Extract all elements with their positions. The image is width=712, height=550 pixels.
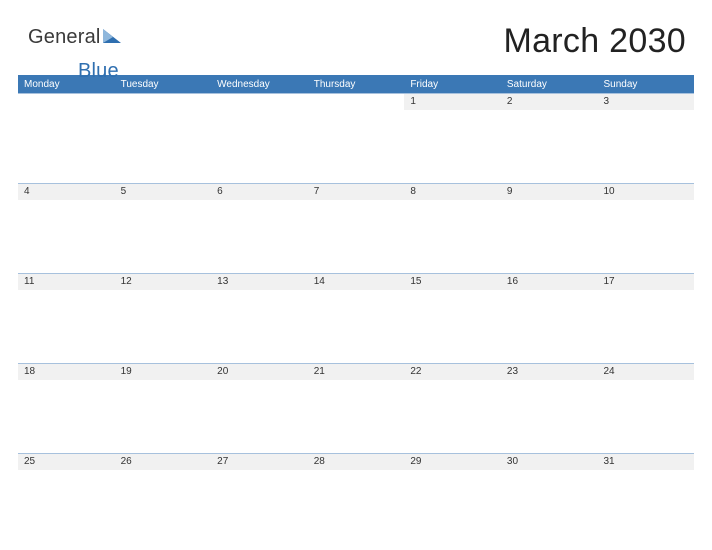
day-number: 21 — [308, 364, 405, 380]
day-number: 14 — [308, 274, 405, 290]
week-row: 25 26 27 28 29 30 31 — [18, 453, 694, 543]
day-cell: 5 — [115, 183, 212, 273]
day-number — [211, 94, 308, 110]
day-number: 6 — [211, 184, 308, 200]
day-cell: 1 — [404, 93, 501, 183]
day-number: 9 — [501, 184, 598, 200]
day-cell: 21 — [308, 363, 405, 453]
day-number: 18 — [18, 364, 115, 380]
day-cell: 7 — [308, 183, 405, 273]
dow-tuesday: Tuesday — [115, 79, 212, 90]
day-number: 22 — [404, 364, 501, 380]
day-number: 8 — [404, 184, 501, 200]
day-number — [308, 94, 405, 110]
day-number: 27 — [211, 454, 308, 470]
day-number: 3 — [597, 94, 694, 110]
day-cell: 18 — [18, 363, 115, 453]
day-cell: 12 — [115, 273, 212, 363]
day-number: 31 — [597, 454, 694, 470]
day-number: 4 — [18, 184, 115, 200]
day-cell: 2 — [501, 93, 598, 183]
day-number: 30 — [501, 454, 598, 470]
calendar-page: General Blue March 2030 Monday Tuesday W… — [0, 0, 712, 550]
day-cell: 6 — [211, 183, 308, 273]
day-of-week-header: Monday Tuesday Wednesday Thursday Friday… — [18, 75, 694, 93]
day-number: 2 — [501, 94, 598, 110]
calendar-grid: Monday Tuesday Wednesday Thursday Friday… — [18, 75, 694, 543]
day-number: 5 — [115, 184, 212, 200]
week-row: 18 19 20 21 22 23 24 — [18, 363, 694, 453]
day-cell — [308, 93, 405, 183]
day-number: 17 — [597, 274, 694, 290]
logo-text-row: General — [28, 26, 121, 52]
day-cell: 15 — [404, 273, 501, 363]
day-cell: 8 — [404, 183, 501, 273]
day-number: 10 — [597, 184, 694, 200]
page-title: March 2030 — [503, 22, 694, 61]
day-cell: 30 — [501, 453, 598, 543]
day-number: 29 — [404, 454, 501, 470]
day-cell: 28 — [308, 453, 405, 543]
day-number: 7 — [308, 184, 405, 200]
day-cell: 20 — [211, 363, 308, 453]
day-cell: 3 — [597, 93, 694, 183]
day-cell: 17 — [597, 273, 694, 363]
day-cell: 10 — [597, 183, 694, 273]
day-cell — [115, 93, 212, 183]
day-number — [18, 94, 115, 110]
dow-saturday: Saturday — [501, 79, 598, 90]
day-cell: 25 — [18, 453, 115, 543]
day-number: 1 — [404, 94, 501, 110]
day-cell: 27 — [211, 453, 308, 543]
day-cell: 14 — [308, 273, 405, 363]
day-cell: 16 — [501, 273, 598, 363]
day-cell: 9 — [501, 183, 598, 273]
day-cell: 31 — [597, 453, 694, 543]
brand-logo: General Blue — [18, 22, 121, 52]
brand-word-1: General — [28, 26, 101, 49]
day-cell: 13 — [211, 273, 308, 363]
day-cell: 26 — [115, 453, 212, 543]
day-cell: 22 — [404, 363, 501, 453]
day-number — [115, 94, 212, 110]
day-number: 13 — [211, 274, 308, 290]
dow-sunday: Sunday — [597, 79, 694, 90]
week-row: 1 2 3 — [18, 93, 694, 183]
brand-word-2: Blue — [78, 60, 119, 83]
brand-triangle-icon — [103, 29, 121, 52]
day-number: 23 — [501, 364, 598, 380]
dow-wednesday: Wednesday — [211, 79, 308, 90]
header: General Blue March 2030 — [18, 22, 694, 61]
day-number: 12 — [115, 274, 212, 290]
day-number: 19 — [115, 364, 212, 380]
day-cell — [211, 93, 308, 183]
day-number: 15 — [404, 274, 501, 290]
day-cell: 23 — [501, 363, 598, 453]
day-number: 26 — [115, 454, 212, 470]
day-cell: 4 — [18, 183, 115, 273]
day-cell — [18, 93, 115, 183]
day-number: 20 — [211, 364, 308, 380]
day-number: 16 — [501, 274, 598, 290]
day-number: 24 — [597, 364, 694, 380]
day-number: 25 — [18, 454, 115, 470]
dow-friday: Friday — [404, 79, 501, 90]
day-number: 11 — [18, 274, 115, 290]
week-row: 11 12 13 14 15 16 17 — [18, 273, 694, 363]
day-cell: 29 — [404, 453, 501, 543]
day-number: 28 — [308, 454, 405, 470]
week-row: 4 5 6 7 8 9 10 — [18, 183, 694, 273]
dow-thursday: Thursday — [308, 79, 405, 90]
day-cell: 11 — [18, 273, 115, 363]
day-cell: 19 — [115, 363, 212, 453]
day-cell: 24 — [597, 363, 694, 453]
